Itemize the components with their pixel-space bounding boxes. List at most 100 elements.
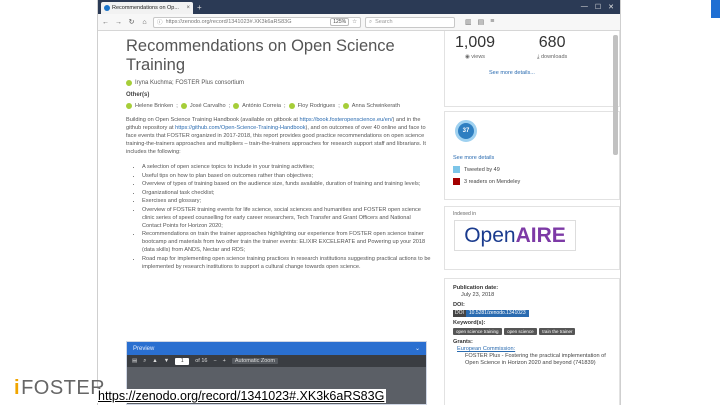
contents-list: A selection of open science topics to in… <box>142 163 431 271</box>
zoom-in-icon[interactable]: + <box>223 358 226 364</box>
orcid-icon <box>233 103 240 109</box>
authors-text[interactable]: Iryna Kuchma; FOSTER Plus consortium <box>135 80 244 86</box>
publication-date-label: Publication date: <box>453 285 499 291</box>
scrollbar-thumb[interactable] <box>613 35 618 155</box>
doi-label: DOI: <box>453 302 465 308</box>
authors: Iryna Kuchma; FOSTER Plus consortium <box>126 80 431 86</box>
other-contributor[interactable]: José Carvalho <box>190 103 226 109</box>
foster-logo-text: FOSTER <box>21 377 106 399</box>
list-item: Overview of FOSTER training events for l… <box>142 206 431 230</box>
publication-date: July 23, 2018 <box>461 292 495 298</box>
views-stat: 1,009 ◉ views <box>455 34 495 60</box>
orcid-icon <box>126 103 132 109</box>
grant-description: FOSTER Plus - Fostering the practical im… <box>465 353 606 366</box>
indexed-label: Indexed in <box>453 211 477 217</box>
others-label: Other(s) <box>126 92 150 98</box>
doi-value[interactable]: 10.5281/zenodo.1341023 <box>465 310 529 317</box>
search-input[interactable]: ⌕ Search <box>365 16 455 28</box>
slide-accent <box>711 0 720 18</box>
keywords-list: open science training open science train… <box>453 327 611 337</box>
altmetric-panel: 37 See more details Tweeted by 49 3 read… <box>444 111 620 200</box>
url-text[interactable]: https://zenodo.org/record/1341023#.XK3k6… <box>166 19 328 25</box>
slide-background <box>622 0 720 30</box>
search-icon[interactable]: ⌕ <box>143 358 146 365</box>
openaire-logo[interactable]: Open AIRE <box>454 220 576 251</box>
window-controls: — ☐ ✕ <box>575 3 620 11</box>
views-label: ◉ views <box>464 54 486 60</box>
other-contributor[interactable]: Anna Schwinkerath <box>352 103 400 109</box>
orcid-icon[interactable] <box>126 80 132 86</box>
handbook-link[interactable]: https://book.fosteropenscience.eu/en/ <box>300 117 393 123</box>
zenodo-record-link[interactable]: https://zenodo.org/record/1341023#.XK3k6… <box>96 389 387 403</box>
list-item: Exercises and glossary; <box>142 197 431 205</box>
minimize-icon[interactable]: — <box>581 3 588 11</box>
downloads-stat: 680 ⤓ downloads <box>537 34 567 61</box>
grants-label: Grants: <box>453 339 473 345</box>
home-icon[interactable]: ⌂ <box>140 19 149 26</box>
openaire-open-text: Open <box>464 223 516 247</box>
altmetric-badge[interactable]: 37 <box>455 120 477 142</box>
altmetric-details-link[interactable]: See more details <box>453 155 494 161</box>
foster-logo-mark: i <box>14 377 21 399</box>
tweeted-text[interactable]: Tweeted by 49 <box>464 167 500 173</box>
info-icon[interactable]: ⓘ <box>157 18 163 26</box>
downloads-count: 680 <box>538 34 566 51</box>
scrollbar[interactable] <box>613 35 618 335</box>
zoom-select[interactable]: Automatic Zoom <box>231 358 278 364</box>
orcid-icon <box>342 103 349 109</box>
bookmark-star-icon[interactable]: ☆ <box>352 19 357 25</box>
tab-zenodo-record[interactable]: Recommendations on Op... × <box>101 2 193 14</box>
sidebar-toggle-icon[interactable]: ▤ <box>132 358 137 364</box>
twitter-row: Tweeted by 49 <box>453 166 500 173</box>
menu-icon[interactable]: ≡ <box>490 18 494 26</box>
list-item: Organizational task checklist; <box>142 189 431 197</box>
forward-icon[interactable]: → <box>114 19 123 26</box>
page-title: Recommendations on Open Science Training <box>126 37 395 74</box>
back-icon[interactable]: ← <box>101 19 110 26</box>
search-placeholder: Search <box>375 19 393 25</box>
orcid-icon <box>288 103 295 109</box>
zenodo-favicon-icon <box>104 5 110 11</box>
previous-page-icon[interactable]: ▲ <box>152 358 157 364</box>
preview-header[interactable]: Preview ⌄ <box>127 342 426 355</box>
grant-funder: European Commission: <box>453 346 611 353</box>
community-panel: Indexed in Open AIRE <box>444 206 620 270</box>
openaire-aire-text: AIRE <box>515 223 566 247</box>
maximize-icon[interactable]: ☐ <box>595 3 601 11</box>
mendeley-text[interactable]: 3 readers on Mendeley <box>464 179 520 185</box>
list-item: Useful tips on how to plan based on outc… <box>142 172 431 180</box>
next-page-icon[interactable]: ▼ <box>164 358 169 364</box>
toolbar-icons: ▥ ▤ ≡ <box>465 18 494 26</box>
library-icon[interactable]: ▥ <box>465 18 472 26</box>
foster-logo: i FOSTER <box>14 378 105 398</box>
new-tab-button[interactable]: + <box>197 2 202 14</box>
list-item: Recommendations on train the trainer app… <box>142 230 431 254</box>
url-bar[interactable]: ⓘ https://zenodo.org/record/1341023#.XK3… <box>153 16 361 28</box>
sidebar-icon[interactable]: ▤ <box>478 18 485 26</box>
search-icon: ⌕ <box>369 18 373 25</box>
zoom-indicator[interactable]: 125% <box>330 18 350 26</box>
chevron-down-icon[interactable]: ⌄ <box>415 345 420 352</box>
reload-icon[interactable]: ↻ <box>127 18 136 26</box>
keyword-tag[interactable]: open science training <box>453 328 502 335</box>
keyword-tag[interactable]: open science <box>504 328 537 335</box>
github-link[interactable]: https://github.com/Open-Science-Training… <box>175 125 305 131</box>
zoom-out-icon[interactable]: − <box>213 358 216 364</box>
downloads-label: ⤓ downloads <box>537 54 568 60</box>
twitter-swatch <box>453 166 460 173</box>
page-number-input[interactable]: 1 <box>175 357 190 365</box>
page-count: of 16 <box>195 358 208 364</box>
grant-funder-link[interactable]: European Commission: <box>457 346 515 352</box>
slide: Recommendations on Op... × + — ☐ ✕ ← → ↻… <box>0 0 720 405</box>
see-more-details-link[interactable]: See more details... <box>489 70 535 76</box>
other-contributor[interactable]: Helene Brinken <box>135 103 173 109</box>
doi-badge[interactable]: DOI 10.5281/zenodo.1341023 <box>453 310 611 317</box>
close-window-icon[interactable]: ✕ <box>608 3 614 11</box>
list-item: A selection of open science topics to in… <box>142 163 431 171</box>
navigation-bar: ← → ↻ ⌂ ⓘ https://zenodo.org/record/1341… <box>98 14 620 31</box>
other-contributor[interactable]: António Correia <box>242 103 281 109</box>
other-contributor[interactable]: Floy Rodrigues <box>298 103 336 109</box>
description-text: Building on Open Science Training Handbo… <box>126 117 300 123</box>
keyword-tag[interactable]: train the trainer <box>539 328 576 335</box>
tab-close-icon[interactable]: × <box>186 5 190 11</box>
